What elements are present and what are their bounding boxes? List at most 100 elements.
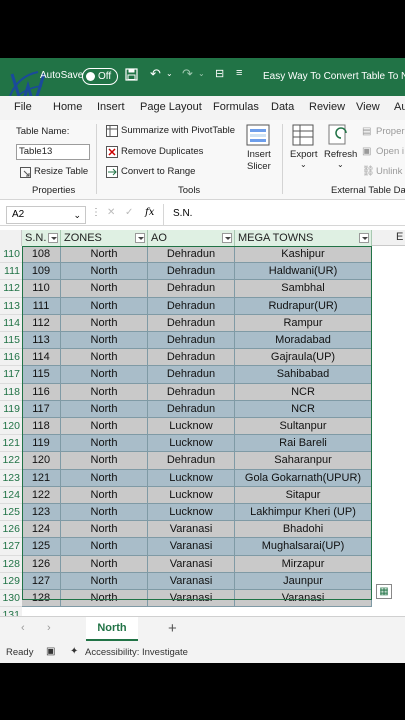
row-number[interactable]: 112 <box>0 280 22 298</box>
select-all-corner[interactable] <box>0 230 22 246</box>
cell-zone[interactable]: North <box>61 590 148 608</box>
cell-sn[interactable]: 121 <box>22 469 61 487</box>
cell-sn[interactable]: 127 <box>22 572 61 590</box>
row-number[interactable]: 129 <box>0 572 22 590</box>
header-ao[interactable]: AO <box>148 230 235 246</box>
redo-dropdown-icon[interactable]: ⌄ <box>198 69 205 78</box>
export-dropdown-icon[interactable]: ⌄ <box>300 160 307 169</box>
cell-zone[interactable]: North <box>61 469 148 487</box>
resize-table-button[interactable]: Resize Table <box>34 166 88 177</box>
cell-mega-town[interactable]: Varanasi <box>235 590 372 608</box>
cell-ao[interactable]: Dehradun <box>148 280 235 298</box>
next-sheet-icon[interactable]: › <box>47 622 51 634</box>
cell-mega-town[interactable]: Rampur <box>235 314 372 332</box>
filter-dropdown-icon[interactable] <box>359 233 369 243</box>
row-number[interactable]: 126 <box>0 521 22 539</box>
refresh-dropdown-icon[interactable]: ⌄ <box>337 160 344 169</box>
filter-dropdown-icon[interactable] <box>135 233 145 243</box>
row-number[interactable]: 117 <box>0 366 22 384</box>
cell-sn[interactable]: 124 <box>22 521 61 539</box>
cell-ao[interactable]: Dehradun <box>148 332 235 350</box>
worksheet-grid[interactable]: S.N. ZONES AO MEGA TOWNS E 110 108 North De… <box>0 230 405 616</box>
cell-zone[interactable]: North <box>61 332 148 350</box>
cell-ao[interactable]: Dehradun <box>148 400 235 418</box>
export-button[interactable]: Export <box>290 149 317 160</box>
cell-zone[interactable]: North <box>61 366 148 384</box>
cell-zone[interactable]: North <box>61 486 148 504</box>
cell-zone[interactable]: North <box>61 280 148 298</box>
row-number[interactable]: 118 <box>0 383 22 401</box>
row-number[interactable]: 120 <box>0 418 22 436</box>
filter-dropdown-icon[interactable] <box>222 233 232 243</box>
cell-ao[interactable]: Varanasi <box>148 590 235 608</box>
cell-zone[interactable]: North <box>61 418 148 436</box>
row-number[interactable]: 131 <box>0 607 22 616</box>
cell-zone[interactable]: North <box>61 538 148 556</box>
cell-mega-town[interactable]: Kashipur <box>235 246 372 264</box>
cell-mega-town[interactable]: Sitapur <box>235 486 372 504</box>
cell-zone[interactable]: North <box>61 263 148 281</box>
cell-mega-town[interactable]: NCR <box>235 400 372 418</box>
cell-ao[interactable]: Dehradun <box>148 314 235 332</box>
cell-mega-town[interactable]: Moradabad <box>235 332 372 350</box>
cell-zone[interactable]: North <box>61 452 148 470</box>
cell-mega-town[interactable]: Jaunpur <box>235 572 372 590</box>
column-letter-e[interactable]: E <box>396 231 403 243</box>
cell-ao[interactable]: Dehradun <box>148 452 235 470</box>
row-number[interactable]: 130 <box>0 590 22 608</box>
cell-mega-town[interactable]: Lakhimpur Kheri (UP) <box>235 504 372 522</box>
cell-zone[interactable]: North <box>61 383 148 401</box>
tab-formulas[interactable]: Formulas <box>213 101 259 113</box>
row-number[interactable]: 127 <box>0 538 22 556</box>
header-zones[interactable]: ZONES <box>61 230 148 246</box>
cell-mega-town[interactable]: Rudrapur(UR) <box>235 297 372 315</box>
redo-icon[interactable]: ↷ <box>182 66 193 82</box>
cell-zone[interactable]: North <box>61 314 148 332</box>
cell-sn[interactable]: 119 <box>22 435 61 453</box>
cell-sn[interactable]: 116 <box>22 383 61 401</box>
cell-mega-town[interactable]: Mirzapur <box>235 555 372 573</box>
cell-zone[interactable]: North <box>61 297 148 315</box>
sheet-tab-active[interactable]: North <box>86 617 138 641</box>
unlink-button[interactable]: Unlink <box>376 166 402 177</box>
properties-button[interactable]: Proper <box>376 126 405 137</box>
formula-input[interactable]: S.N. <box>173 208 192 219</box>
cell-ao[interactable]: Dehradun <box>148 366 235 384</box>
more-options-icon[interactable]: ⋮ <box>91 207 101 218</box>
row-number[interactable]: 125 <box>0 504 22 522</box>
cell-mega-town[interactable]: NCR <box>235 383 372 401</box>
table-name-input[interactable]: Table13 <box>16 144 90 160</box>
autosave-toggle[interactable]: Off <box>82 68 118 85</box>
cell-ao[interactable]: Dehradun <box>148 263 235 281</box>
row-number[interactable]: 110 <box>0 246 22 264</box>
cell-sn[interactable]: 128 <box>22 590 61 608</box>
cell-zone[interactable]: North <box>61 521 148 539</box>
cell-mega-town[interactable]: Sambhal <box>235 280 372 298</box>
cell-mega-town[interactable]: Bhadohi <box>235 521 372 539</box>
row-number[interactable]: 122 <box>0 452 22 470</box>
cell-ao[interactable]: Varanasi <box>148 572 235 590</box>
row-number[interactable]: 114 <box>0 314 22 332</box>
row-number[interactable]: 123 <box>0 469 22 487</box>
insert-slicer-label-1[interactable]: Insert <box>247 149 271 160</box>
summarize-pivottable-button[interactable]: Summarize with PivotTable <box>121 125 235 136</box>
row-number[interactable]: 128 <box>0 555 22 573</box>
row-number[interactable]: 113 <box>0 297 22 315</box>
save-icon[interactable] <box>125 68 138 84</box>
accessibility-status[interactable]: Accessibility: Investigate <box>85 647 188 658</box>
refresh-button[interactable]: Refresh <box>324 149 357 160</box>
cell-sn[interactable]: 109 <box>22 263 61 281</box>
tab-data[interactable]: Data <box>271 101 294 113</box>
undo-icon[interactable]: ↶ <box>150 66 161 82</box>
cell-zone[interactable]: North <box>61 246 148 264</box>
cell-ao[interactable]: Dehradun <box>148 246 235 264</box>
previous-sheet-icon[interactable]: ‹ <box>21 622 25 634</box>
row-number[interactable]: 115 <box>0 332 22 350</box>
cell-mega-town[interactable]: Mughalsarai(UP) <box>235 538 372 556</box>
tab-view[interactable]: View <box>356 101 380 113</box>
row-number[interactable]: 111 <box>0 263 22 281</box>
customize-toolbar-icon[interactable]: ≡ <box>236 67 242 79</box>
tab-automate[interactable]: Au <box>394 101 405 113</box>
insert-function-icon[interactable]: fx <box>145 207 154 218</box>
cell-sn[interactable]: 120 <box>22 452 61 470</box>
